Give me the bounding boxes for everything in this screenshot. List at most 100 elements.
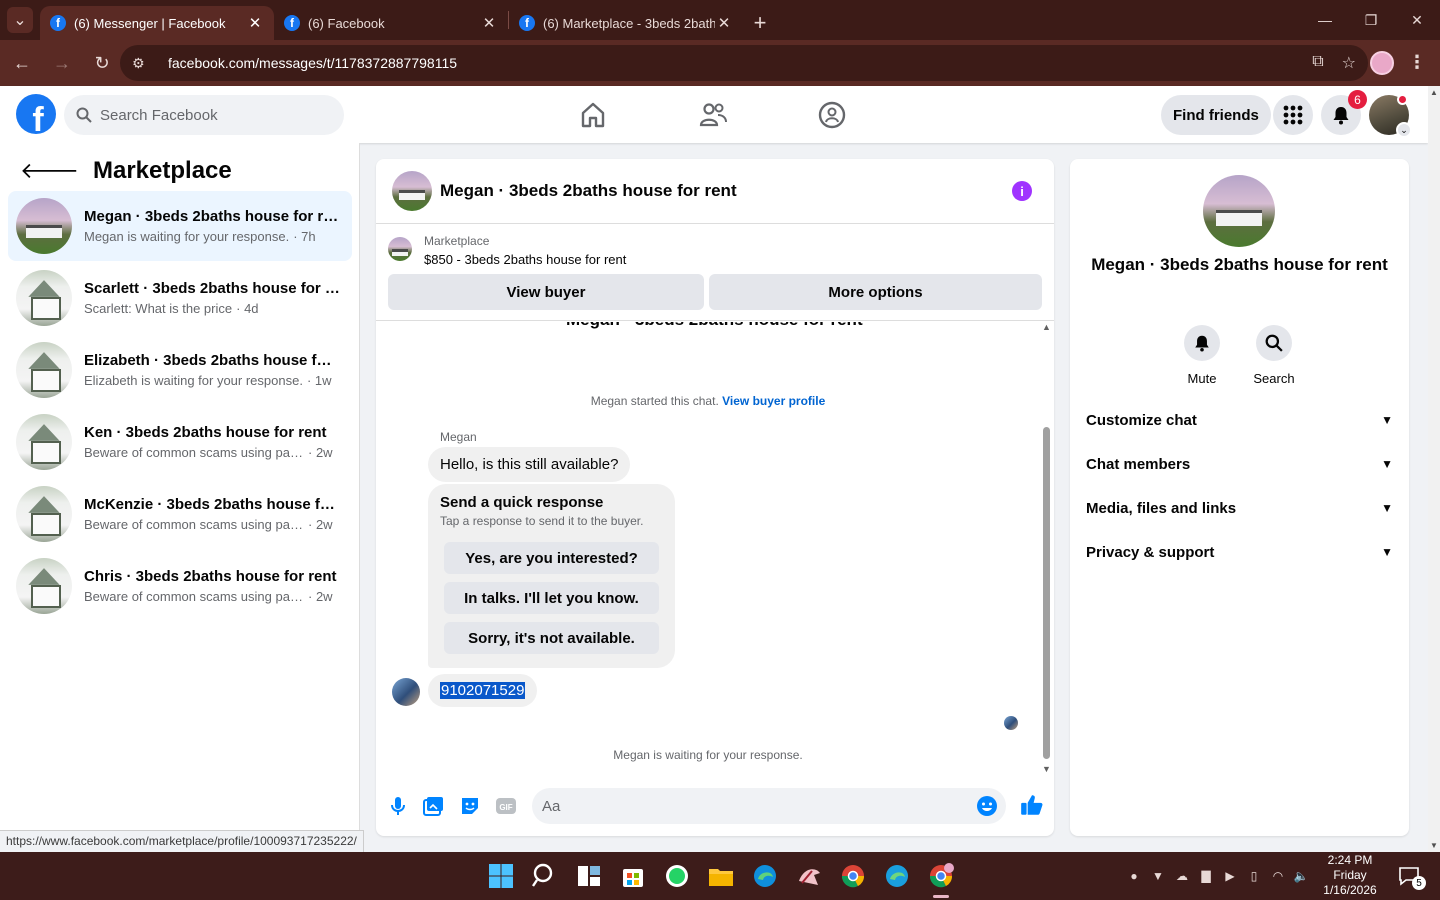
tray-cloud-icon[interactable]: ☁ [1174,868,1190,884]
taskbar-clock[interactable]: 2:24 PM Friday 1/16/2026 [1310,852,1390,900]
scroll-down-icon[interactable]: ▼ [1042,764,1051,774]
more-options-button[interactable]: More options [709,274,1042,310]
close-window-icon[interactable]: ✕ [1394,0,1440,40]
browser-profile-avatar[interactable] [1370,51,1394,75]
quick-response-subtitle: Tap a response to send it to the buyer. [440,514,644,528]
message-bubble[interactable]: Hello, is this still available? [428,447,631,482]
gif-icon[interactable]: GIF [494,794,518,818]
minimize-icon[interactable]: — [1302,0,1348,40]
new-tab-button[interactable]: + [743,6,777,40]
browser-menu-icon[interactable]: ⋮ [1408,52,1426,73]
conversation-item[interactable]: Ken · 3beds 2baths house for rent Beware… [8,407,352,477]
conversation-item[interactable]: Chris · 3beds 2baths house for rent Bewa… [8,551,352,621]
tray-app-icon[interactable]: ● [1126,868,1142,884]
scroll-down-icon[interactable]: ▼ [1430,841,1438,850]
emoji-icon[interactable] [976,795,998,817]
friends-icon[interactable] [698,100,728,130]
view-buyer-button[interactable]: View buyer [388,274,704,310]
browser-tab-facebook[interactable]: f (6) Facebook ✕ [274,6,508,40]
whatsapp-icon[interactable] [662,861,692,891]
quick-response-option[interactable]: Sorry, it's not available. [444,622,659,654]
customize-chat-section[interactable]: Customize chat ▼ [1086,405,1393,435]
notification-center-icon[interactable]: 5 [1398,866,1426,890]
conversation-preview: Elizabeth is waiting for your response. [84,373,303,388]
search-icon[interactable] [530,861,560,891]
notifications-button[interactable]: 6 [1321,90,1367,135]
tray-battery-icon[interactable]: ▯ [1246,868,1262,884]
listing-thumbnail[interactable] [388,237,412,261]
wifi-icon[interactable]: ◠ [1270,868,1286,884]
chat-avatar[interactable] [392,171,432,211]
task-view-icon[interactable] [574,861,604,891]
tab-search-button[interactable]: ⌄ [0,0,40,40]
mute-button[interactable]: Mute [1172,325,1232,386]
find-friends-button[interactable]: Find friends [1161,95,1271,135]
edge-icon[interactable] [882,861,912,891]
back-arrow-icon[interactable]: ← [4,45,40,81]
chat-members-section[interactable]: Chat members ▼ [1086,449,1393,479]
view-buyer-profile-link[interactable]: View buyer profile [722,394,825,408]
scroll-up-icon[interactable]: ▲ [1042,322,1051,332]
scrollbar-thumb[interactable] [1043,427,1050,759]
menu-button[interactable] [1273,95,1313,135]
bookmark-star-icon[interactable]: ☆ [1342,53,1356,73]
conversation-item[interactable]: Elizabeth · 3beds 2baths house for rent … [8,335,352,405]
conversation-item[interactable]: McKenzie · 3beds 2baths house for rent B… [8,479,352,549]
media-files-links-section[interactable]: Media, files and links ▼ [1086,493,1393,523]
quick-response-option[interactable]: Yes, are you interested? [444,542,659,574]
chat-scrollbar[interactable]: ▲ ▼ [1040,322,1052,774]
message-input-wrapper[interactable] [532,788,1006,824]
groups-icon[interactable] [817,100,847,130]
site-settings-icon[interactable]: ⚙ [132,55,154,72]
search-input[interactable] [100,106,320,124]
tray-folder-icon[interactable]: ▇ [1198,868,1214,884]
privacy-support-section[interactable]: Privacy & support ▼ [1086,537,1393,567]
windows-start-icon[interactable] [486,861,516,891]
chrome-icon[interactable] [926,861,956,891]
home-icon[interactable] [578,100,608,130]
message-input[interactable] [542,797,962,815]
edge-icon[interactable] [750,861,780,891]
chat-title[interactable]: Megan · 3beds 2baths house for rent [440,181,737,201]
account-avatar[interactable]: ⌄ [1369,94,1412,138]
facebook-search[interactable] [64,95,344,135]
browser-tab-marketplace[interactable]: f (6) Marketplace - 3beds 2baths ✕ [509,6,743,40]
install-app-icon[interactable]: ⧉ [1312,53,1323,73]
facebook-logo-icon[interactable]: f [16,94,56,134]
close-tab-icon[interactable]: ✕ [246,14,264,32]
photo-icon[interactable] [422,794,446,818]
search-chat-button[interactable]: Search [1244,325,1304,386]
sender-avatar[interactable] [392,678,420,706]
browser-tab-messenger[interactable]: f (6) Messenger | Facebook ✕ [40,6,274,40]
profile-avatar[interactable] [1203,175,1275,247]
info-icon[interactable]: i [1012,181,1032,201]
file-explorer-icon[interactable] [706,861,736,891]
restore-icon[interactable]: ❐ [1348,0,1394,40]
tray-vpn-icon[interactable]: ▼ [1150,868,1166,884]
forward-arrow-icon[interactable]: → [44,45,80,81]
thumbs-up-icon[interactable] [1019,792,1045,818]
address-bar[interactable]: ⚙ facebook.com/messages/t/11783728877981… [120,45,1368,81]
conversation-name: Elizabeth · 3beds 2baths house for rent [84,352,340,369]
conversation-item[interactable]: Megan · 3beds 2baths house for rent Mega… [8,191,352,261]
page-scrollbar[interactable]: ▲ ▼ [1428,86,1440,852]
close-tab-icon[interactable]: ✕ [480,14,498,32]
reload-icon[interactable]: ↻ [84,45,120,81]
chrome-icon[interactable] [838,861,868,891]
close-tab-icon[interactable]: ✕ [715,14,733,32]
quick-response-option[interactable]: In talks. I'll let you know. [444,582,659,614]
tray-video-icon[interactable]: ▶ [1222,868,1238,884]
microphone-icon[interactable] [386,794,410,818]
sticker-icon[interactable] [458,794,482,818]
back-arrow-icon[interactable]: 🡐 [20,158,79,184]
section-label: Media, files and links [1086,499,1237,517]
facebook-favicon-icon: f [284,15,300,31]
message-bubble[interactable]: 9102071529 [428,674,538,707]
scroll-up-icon[interactable]: ▲ [1430,88,1438,97]
conversation-item[interactable]: Scarlett · 3beds 2baths house for rent S… [8,263,352,333]
app-icon[interactable] [794,861,824,891]
store-icon[interactable] [618,861,648,891]
conversation-time: · 2w [308,589,333,604]
listing-title[interactable]: $850 - 3beds 2baths house for rent [424,252,626,267]
volume-icon[interactable]: 🔈 [1293,868,1309,884]
